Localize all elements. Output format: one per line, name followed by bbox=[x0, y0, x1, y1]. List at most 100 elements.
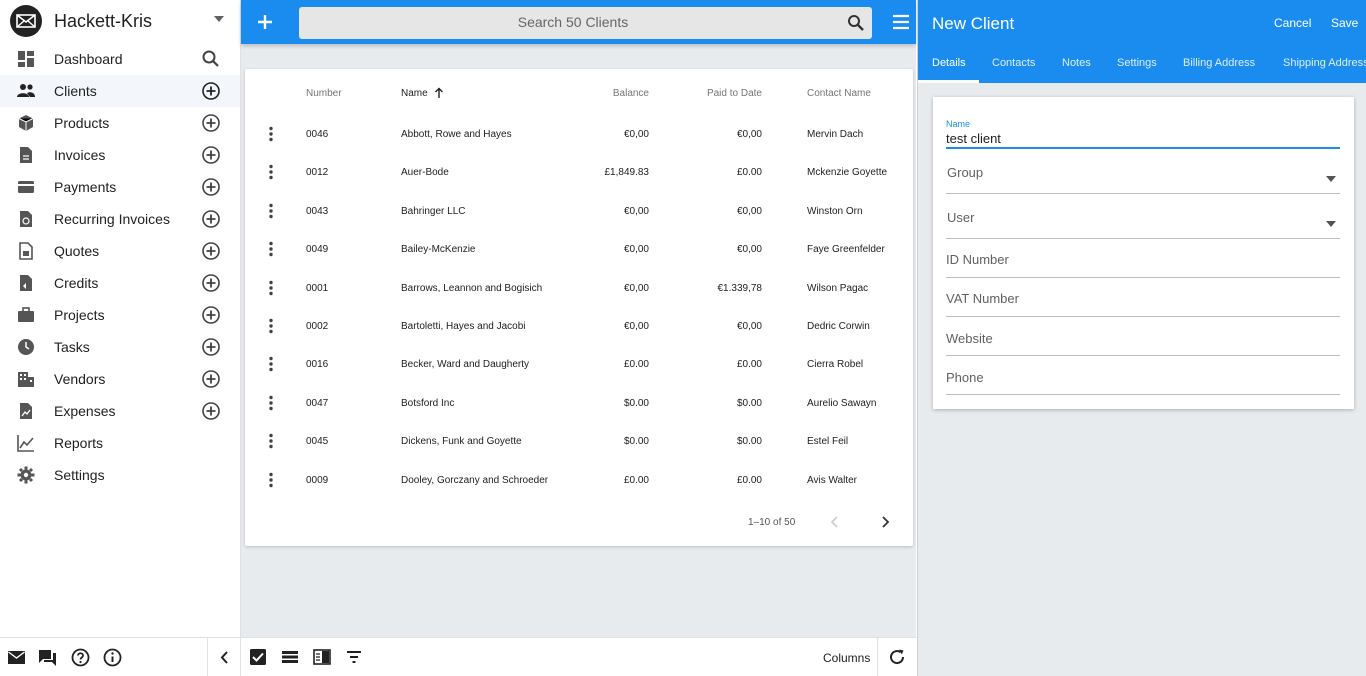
add-circle-icon[interactable] bbox=[201, 305, 221, 325]
table-row[interactable]: 0001 Barrows, Leannon and Bogisich €0,00 €1… bbox=[245, 270, 913, 308]
chevron-left-icon[interactable] bbox=[829, 515, 841, 529]
cell-name[interactable]: Dickens, Funk and Goyette bbox=[401, 436, 522, 447]
name-field-value[interactable]: test client bbox=[946, 131, 1001, 146]
add-circle-icon[interactable] bbox=[201, 369, 221, 389]
sidebar-item-quotes[interactable]: Quotes bbox=[0, 235, 240, 267]
sidebar-item-credits[interactable]: Credits bbox=[0, 267, 240, 299]
more-vert-icon[interactable] bbox=[268, 241, 274, 257]
tab-notes[interactable]: Notes bbox=[1062, 57, 1091, 69]
column-header-contact-name[interactable]: Contact Name bbox=[807, 88, 871, 99]
sidebar-item-invoices[interactable]: Invoices bbox=[0, 139, 240, 171]
column-header-name[interactable]: Name bbox=[401, 88, 428, 99]
sidebar-item-expenses[interactable]: Expenses bbox=[0, 395, 240, 427]
cancel-button[interactable]: Cancel bbox=[1274, 16, 1311, 30]
menu-icon[interactable] bbox=[891, 13, 911, 31]
add-circle-icon[interactable] bbox=[201, 81, 221, 101]
sidebar-item-dashboard[interactable]: Dashboard bbox=[0, 43, 240, 75]
name-field[interactable]: Name test client bbox=[946, 119, 1340, 149]
refresh-icon[interactable] bbox=[888, 648, 906, 666]
filter-icon[interactable] bbox=[345, 648, 363, 666]
checkbox-icon[interactable] bbox=[249, 648, 267, 666]
company-selector[interactable]: Hackett-Kris bbox=[0, 0, 241, 42]
add-circle-icon[interactable] bbox=[201, 241, 221, 261]
add-circle-icon[interactable] bbox=[201, 145, 221, 165]
add-circle-icon[interactable] bbox=[201, 177, 221, 197]
id-number-field[interactable]: ID Number bbox=[946, 250, 1340, 280]
table-row[interactable]: 0016 Becker, Ward and Daugherty £0.00 £0.00… bbox=[245, 346, 913, 384]
sidebar-item-products[interactable]: Products bbox=[0, 107, 240, 139]
sort-ascending-icon[interactable] bbox=[434, 87, 444, 99]
chevron-left-icon[interactable] bbox=[215, 648, 234, 667]
cell-name[interactable]: Bailey-McKenzie bbox=[401, 244, 475, 255]
add-icon[interactable] bbox=[255, 12, 275, 32]
chevron-right-icon[interactable] bbox=[879, 515, 891, 529]
cell-name[interactable]: Barrows, Leannon and Bogisich bbox=[401, 283, 542, 294]
dropdown-arrow-icon[interactable] bbox=[1326, 176, 1336, 182]
sidebar-item-vendors[interactable]: Vendors bbox=[0, 363, 240, 395]
user-select[interactable]: User bbox=[946, 208, 1340, 240]
list-view-icon[interactable] bbox=[281, 648, 299, 666]
sidebar-item-reports[interactable]: Reports bbox=[0, 427, 240, 459]
cell-name[interactable]: Botsford Inc bbox=[401, 398, 454, 409]
sidebar-item-projects[interactable]: Projects bbox=[0, 299, 240, 331]
search-icon[interactable] bbox=[201, 49, 221, 69]
column-header-paid-to-date[interactable]: Paid to Date bbox=[681, 88, 762, 99]
sidebar-item-clients[interactable]: Clients bbox=[0, 75, 240, 107]
cell-name[interactable]: Bahringer LLC bbox=[401, 206, 465, 217]
more-vert-icon[interactable] bbox=[268, 318, 274, 334]
table-row[interactable]: 0043 Bahringer LLC €0,00 €0,00 Winston Orn bbox=[245, 193, 913, 231]
more-vert-icon[interactable] bbox=[268, 433, 274, 449]
more-vert-icon[interactable] bbox=[268, 164, 274, 180]
add-circle-icon[interactable] bbox=[201, 337, 221, 357]
tab-settings[interactable]: Settings bbox=[1117, 57, 1157, 69]
more-vert-icon[interactable] bbox=[268, 472, 274, 488]
more-vert-icon[interactable] bbox=[268, 356, 274, 372]
cell-name[interactable]: Bartoletti, Hayes and Jacobi bbox=[401, 321, 526, 332]
table-row[interactable]: 0047 Botsford Inc $0.00 $0.00 Aurelio Sawayn bbox=[245, 385, 913, 423]
search-icon[interactable] bbox=[847, 14, 865, 32]
table-row[interactable]: 0049 Bailey-McKenzie €0,00 €0,00 Faye Greenf… bbox=[245, 231, 913, 269]
more-vert-icon[interactable] bbox=[268, 280, 274, 296]
help-icon[interactable] bbox=[71, 648, 90, 667]
phone-field[interactable]: Phone bbox=[946, 368, 1340, 398]
info-icon[interactable] bbox=[103, 648, 122, 667]
save-button[interactable]: Save bbox=[1331, 16, 1358, 30]
table-row[interactable]: 0002 Bartoletti, Hayes and Jacobi €0,00 €0,… bbox=[245, 308, 913, 346]
add-circle-icon[interactable] bbox=[201, 273, 221, 293]
split-view-icon[interactable] bbox=[313, 648, 331, 666]
tab-shipping-address[interactable]: Shipping Address bbox=[1283, 57, 1366, 69]
column-header-number[interactable]: Number bbox=[306, 88, 342, 99]
table-row[interactable]: 0009 Dooley, Gorczany and Schroeder £0.00 £… bbox=[245, 462, 913, 500]
sidebar-item-recurring-invoices[interactable]: Recurring Invoices bbox=[0, 203, 240, 235]
table-row[interactable]: 0046 Abbott, Rowe and Hayes €0,00 €0,00 Merv… bbox=[245, 116, 913, 154]
more-vert-icon[interactable] bbox=[268, 126, 274, 142]
search-input[interactable]: Search 50 Clients bbox=[299, 7, 872, 39]
mail-icon[interactable] bbox=[7, 648, 26, 667]
sidebar-item-payments[interactable]: Payments bbox=[0, 171, 240, 203]
table-row[interactable]: 0045 Dickens, Funk and Goyette $0.00 $0.00 E… bbox=[245, 423, 913, 461]
sidebar-item-tasks[interactable]: Tasks bbox=[0, 331, 240, 363]
cell-name[interactable]: Abbott, Rowe and Hayes bbox=[401, 129, 512, 140]
dropdown-arrow-icon[interactable] bbox=[1326, 221, 1336, 227]
chat-icon[interactable] bbox=[38, 648, 57, 667]
caret-down-icon[interactable] bbox=[213, 13, 225, 25]
add-circle-icon[interactable] bbox=[201, 401, 221, 421]
website-field[interactable]: Website bbox=[946, 329, 1340, 359]
add-circle-icon[interactable] bbox=[201, 209, 221, 229]
table-row[interactable]: 0012 Auer-Bode £1,849.83 £0.00 Mckenzie Goye… bbox=[245, 154, 913, 192]
cell-name[interactable]: Becker, Ward and Daugherty bbox=[401, 359, 529, 370]
cell-name[interactable]: Dooley, Gorczany and Schroeder bbox=[401, 475, 548, 486]
tab-contacts[interactable]: Contacts bbox=[992, 57, 1035, 69]
vat-number-field[interactable]: VAT Number bbox=[946, 289, 1340, 319]
column-header-balance[interactable]: Balance bbox=[589, 88, 649, 99]
more-vert-icon[interactable] bbox=[268, 395, 274, 411]
group-select[interactable]: Group bbox=[946, 163, 1340, 195]
more-vert-icon[interactable] bbox=[268, 203, 274, 219]
gear-icon bbox=[17, 466, 35, 484]
sidebar-item-settings[interactable]: Settings bbox=[0, 459, 240, 491]
columns-button[interactable]: Columns bbox=[823, 651, 870, 665]
cell-name[interactable]: Auer-Bode bbox=[401, 167, 449, 178]
tab-billing-address[interactable]: Billing Address bbox=[1183, 57, 1255, 69]
tab-details[interactable]: Details bbox=[932, 57, 966, 69]
add-circle-icon[interactable] bbox=[201, 113, 221, 133]
